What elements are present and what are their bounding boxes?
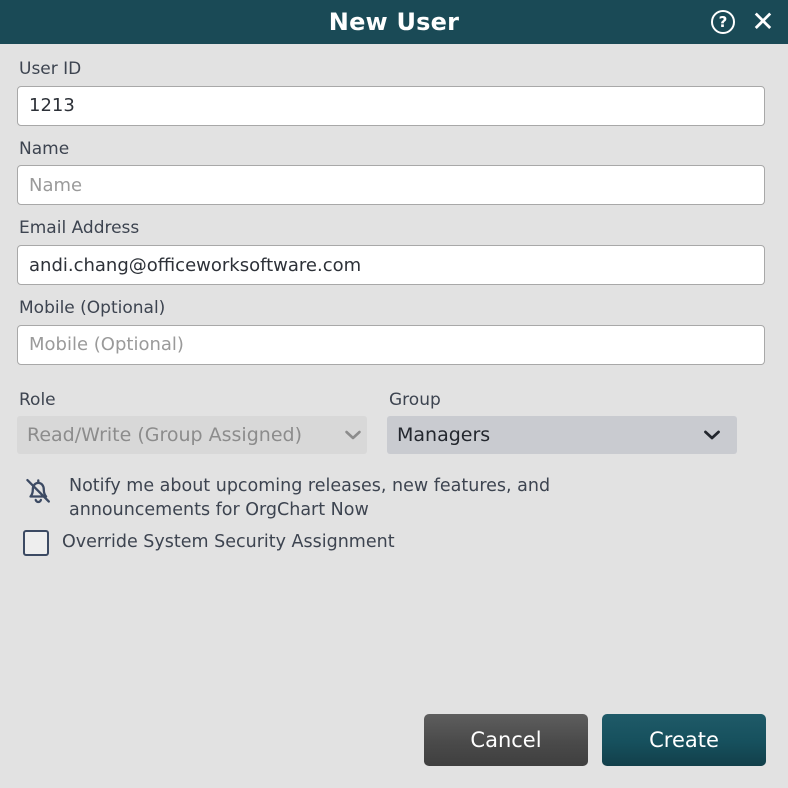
override-row: Override System Security Assignment: [23, 529, 766, 556]
dialog-titlebar: New User ? ✕: [0, 0, 788, 44]
new-user-dialog: New User ? ✕ User ID Name Email Address …: [0, 0, 788, 788]
user-id-field-block: User ID: [17, 60, 766, 126]
mobile-input[interactable]: [17, 324, 765, 365]
override-checkbox[interactable]: [23, 529, 49, 556]
name-label: Name: [19, 138, 70, 159]
close-icon: ✕: [751, 5, 775, 38]
role-group-row: Role Read/Write (Group Assigned) Group M…: [17, 391, 766, 455]
role-column: Role Read/Write (Group Assigned): [17, 391, 367, 455]
dialog-footer: Cancel Create: [0, 702, 788, 788]
notify-text: Notify me about upcoming releases, new f…: [69, 476, 551, 520]
dialog-body: User ID Name Email Address Mobile (Optio…: [0, 44, 788, 702]
help-button[interactable]: ?: [710, 9, 736, 35]
role-select-wrap: Read/Write (Group Assigned): [17, 416, 367, 455]
role-label: Role: [19, 389, 56, 410]
cancel-button[interactable]: Cancel: [424, 714, 588, 766]
mobile-field-block: Mobile (Optional): [17, 299, 766, 365]
group-select-wrap: Managers: [387, 416, 737, 455]
group-select-value: Managers: [397, 424, 491, 447]
email-input[interactable]: [17, 245, 765, 286]
name-field-block: Name: [17, 138, 766, 206]
help-circle-icon: ?: [711, 10, 735, 34]
titlebar-actions: ? ✕: [710, 0, 776, 44]
mobile-label: Mobile (Optional): [19, 298, 166, 319]
create-button[interactable]: Create: [602, 714, 766, 766]
dialog-title: New User: [328, 8, 460, 36]
group-column: Group Managers: [387, 391, 737, 455]
user-id-label: User ID: [19, 59, 82, 79]
close-button[interactable]: ✕: [750, 5, 776, 38]
name-input[interactable]: [17, 165, 765, 206]
bell-off-icon[interactable]: [21, 474, 55, 508]
email-field-block: Email Address: [17, 218, 766, 286]
group-select[interactable]: Managers: [387, 416, 737, 455]
group-label: Group: [389, 389, 441, 410]
role-select: Read/Write (Group Assigned): [17, 416, 367, 455]
email-label: Email Address: [19, 218, 140, 239]
notify-row: Notify me about upcoming releases, new f…: [21, 472, 766, 521]
role-select-value: Read/Write (Group Assigned): [27, 424, 302, 447]
override-label: Override System Security Assignment: [62, 532, 395, 552]
user-id-input[interactable]: [17, 85, 765, 126]
